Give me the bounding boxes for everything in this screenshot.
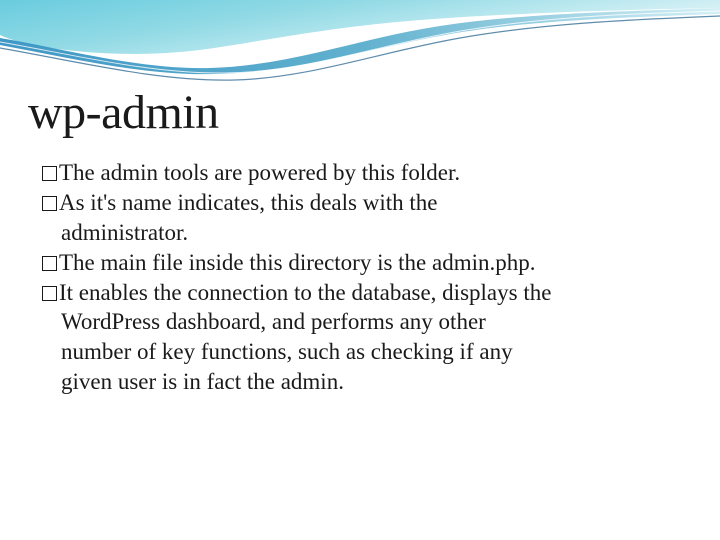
bullet-continuation: administrator. — [61, 218, 690, 248]
bullet-continuation: number of key functions, such as checkin… — [61, 337, 690, 367]
bullet-icon — [42, 286, 57, 301]
wave-decoration — [0, 0, 720, 90]
bullet-continuation: WordPress dashboard, and performs any ot… — [61, 307, 690, 337]
bullet-item: As it's name indicates, this deals with … — [42, 188, 690, 218]
bullet-icon — [42, 196, 57, 211]
bullet-text: As it's name indicates, this deals with … — [59, 190, 437, 215]
slide-title: wp-admin — [28, 85, 219, 140]
bullet-icon — [42, 256, 57, 271]
bullet-item: The admin tools are powered by this fold… — [42, 158, 690, 188]
bullet-text: The main file inside this directory is t… — [59, 250, 536, 275]
slide-body: The admin tools are powered by this fold… — [42, 158, 690, 397]
bullet-continuation: given user is in fact the admin. — [61, 367, 690, 397]
bullet-text: The admin tools are powered by this fold… — [59, 160, 460, 185]
bullet-icon — [42, 166, 57, 181]
bullet-item: It enables the connection to the databas… — [42, 278, 690, 308]
bullet-text: It enables the connection to the databas… — [59, 280, 551, 305]
bullet-item: The main file inside this directory is t… — [42, 248, 690, 278]
